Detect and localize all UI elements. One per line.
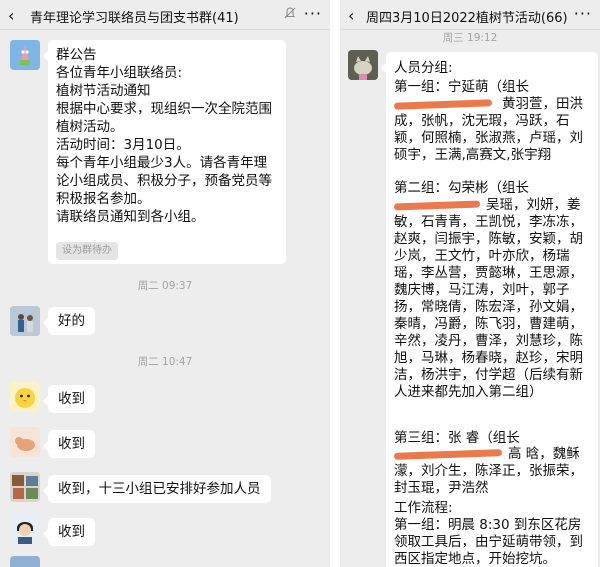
right-chat-panel: ‹ 周四3月10日2022植树节活动(66) ··· 周三 19:12 人员分组… [340, 0, 600, 567]
back-icon[interactable]: ‹ [348, 6, 354, 25]
avatar[interactable] [10, 40, 40, 70]
message-text: 收到 [58, 391, 85, 407]
timestamp: 周三 19:12 [442, 32, 498, 44]
message-bubble[interactable]: 好的 [43, 307, 95, 335]
right-chat-header: ‹ 周四3月10日2022植树节活动(66) ··· [340, 0, 600, 30]
group-2-head: 第二组：勾荣彬（组长 [394, 180, 529, 196]
group-1-members: 黄羽萱，田洪成，张帆，沈无瑕，冯跃，石颖，何照楠，张淑燕，卢瑶，刘硕宇，王满,高… [394, 96, 583, 163]
avatar[interactable] [10, 556, 40, 567]
group-2-members: 吴瑶，刘妍，姜敏，石青青，王凯悦，李冻冻，赵爽，闫振宇，陈敏，安颖，胡少岚，王文… [394, 197, 583, 400]
announcement-text: 群公告 各位青年小组联络员: 植树节活动通知 根据中心要求，现组织一次全院范围植… [56, 47, 272, 225]
avatar[interactable] [10, 306, 40, 336]
timestamp: 周二 09:37 [137, 280, 193, 292]
message-bubble[interactable]: 收到，十三小组已安排好参加人员 [43, 475, 271, 503]
more-icon[interactable]: ··· [304, 4, 322, 23]
message-bubble[interactable]: 收到 [43, 385, 95, 413]
person-photo-avatar-icon [10, 514, 40, 544]
grouping-message-bubble[interactable]: 人员分组: 第一组：宁延萌（组长 黄羽萱，田洪成，张帆，沈无瑕，冯跃，石颖，何照… [381, 52, 598, 567]
message-bubble[interactable]: 收到 [43, 430, 95, 458]
group-3-head: 第三组：张 睿（组长 [394, 430, 520, 446]
message-text: 收到 [58, 436, 85, 452]
left-chat-header: ‹ 青年理论学习联络员与团支书群(41) ··· [0, 0, 330, 30]
yellow-chick-avatar-icon [10, 382, 40, 412]
set-todo-button[interactable]: 设为群待办 [56, 242, 118, 260]
left-chat-panel: ‹ 青年理论学习联络员与团支书群(41) ··· 群公告 各位青年小组联络员: … [0, 0, 330, 567]
cat-photo-avatar-icon [348, 50, 378, 80]
mute-bell-icon [284, 7, 296, 19]
avatar[interactable] [10, 427, 40, 457]
right-chat-title: 周四3月10日2022植树节活动(66) [366, 11, 568, 26]
avatar[interactable] [10, 514, 40, 544]
avatar[interactable] [348, 50, 378, 80]
people-photo-avatar-icon [10, 306, 40, 336]
workflow-body: 第一组：明晨 8:30 到东区花房领取工具后，由宁延萌带领，到西区指定地点，开始… [394, 517, 583, 567]
group-3-members: 高 晗，魏稣濛，刘介生，陈泽正，张振荣，封玉琨，尹浩然 [394, 446, 583, 496]
cartoon-cat-avatar-icon [10, 427, 40, 457]
left-chat-title: 青年理论学习联络员与团支书群(41) [30, 11, 239, 26]
patrick-star-avatar-icon [10, 40, 40, 70]
message-bubble[interactable]: 收到 [43, 518, 95, 546]
message-text: 好的 [58, 313, 85, 329]
timestamp: 周二 10:47 [137, 356, 193, 368]
more-icon[interactable]: ··· [574, 4, 592, 23]
back-icon[interactable]: ‹ [8, 6, 14, 25]
screenshot-pair: ‹ 青年理论学习联络员与团支书群(41) ··· 群公告 各位青年小组联络员: … [0, 0, 600, 567]
collage-avatar-icon [10, 472, 40, 502]
announcement-bubble[interactable]: 群公告 各位青年小组联络员: 植树节活动通知 根据中心要求，现组织一次全院范围植… [43, 40, 286, 264]
avatar[interactable] [10, 382, 40, 412]
message-text: 收到 [58, 524, 85, 540]
message-text: 收到，十三小组已安排好参加人员 [58, 481, 261, 497]
workflow-title: 工作流程: [394, 500, 453, 516]
avatar[interactable] [10, 472, 40, 502]
grouping-heading: 人员分组: [394, 60, 453, 76]
group-1-head: 第一组：宁延萌（组长 [394, 79, 529, 95]
